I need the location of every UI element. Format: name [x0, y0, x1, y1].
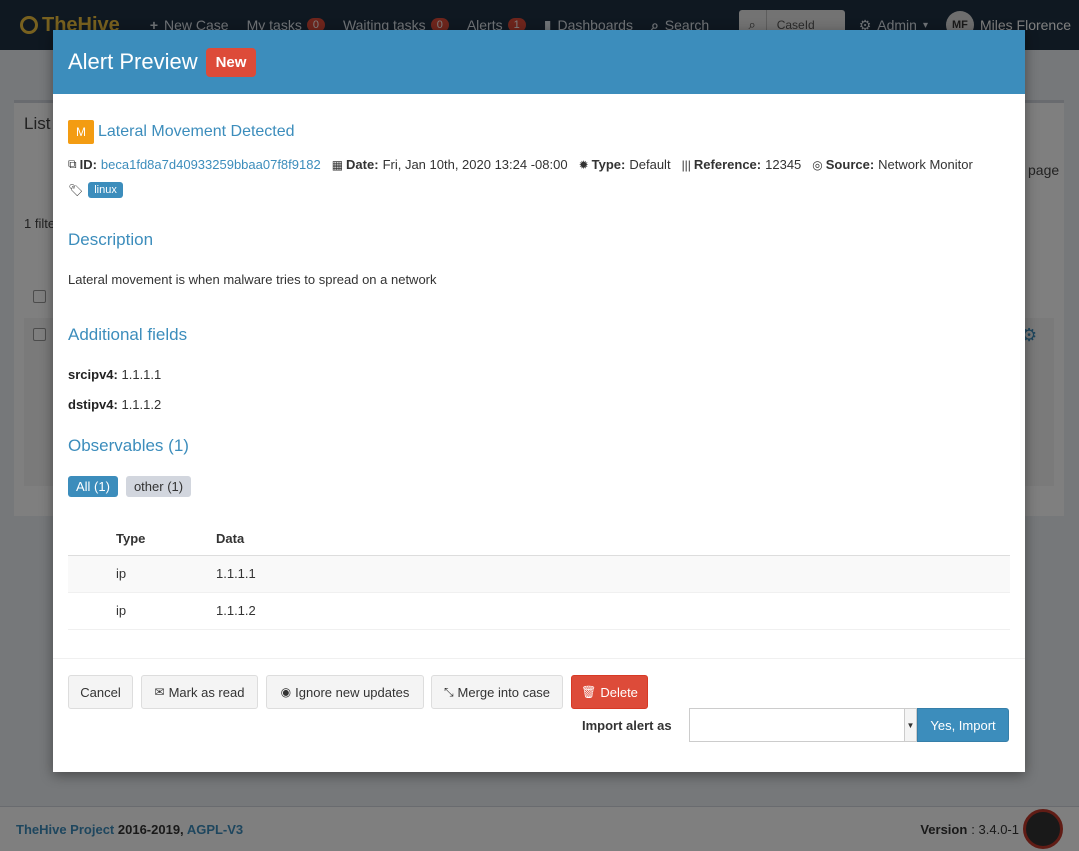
field-srcipv4: srcipv4: 1.1.1.1: [68, 367, 1010, 382]
filter-other[interactable]: other (1): [125, 476, 192, 497]
modal-header: Alert Preview New: [53, 30, 1025, 94]
observables-heading: Observables (1): [68, 436, 189, 455]
meta-id: ⧉ ID: beca1fd8a7d40933259bbaa07f8f9182: [68, 157, 321, 172]
column-header-type[interactable]: Type: [68, 523, 216, 556]
copy-icon[interactable]: ⧉: [68, 157, 77, 172]
eye-icon: ◉: [280, 685, 292, 699]
meta-type: ✹ Type: Default: [579, 157, 671, 172]
tags-icon: 🏷: [68, 183, 84, 197]
mark-as-read-button[interactable]: ✉ Mark as read: [141, 675, 258, 709]
tags-row: 🏷 linux: [68, 182, 1010, 198]
compress-icon: ⤡: [443, 684, 454, 699]
caret-down-icon[interactable]: ▼: [904, 709, 916, 741]
severity-badge: M: [68, 120, 94, 144]
observable-filters: All (1) other (1): [68, 476, 1010, 497]
meta-source-value: Network Monitor: [878, 157, 973, 172]
import-button[interactable]: Yes, Import: [917, 708, 1009, 742]
status-badge: New: [205, 47, 257, 77]
import-case-template-select[interactable]: ▼: [689, 708, 917, 742]
merge-into-case-label: Merge into case: [457, 684, 551, 700]
delete-button[interactable]: 🗑 Delete: [571, 675, 648, 709]
cancel-button[interactable]: Cancel: [68, 675, 133, 709]
import-alert-label: Import alert as: [582, 718, 672, 733]
meta-date-value: Fri, Jan 10th, 2020 13:24 -08:00: [382, 157, 568, 172]
cell-type: ip: [68, 555, 216, 593]
field-value: 1.1.1.1: [121, 367, 162, 382]
table-header-row: Type Data: [68, 523, 1010, 556]
description-text: Lateral movement is when malware tries t…: [68, 272, 437, 287]
meta-type-label: Type:: [591, 157, 626, 172]
cog-icon: ✹: [578, 157, 589, 172]
trash-icon: 🗑: [581, 685, 597, 699]
mark-as-read-label: Mark as read: [168, 684, 245, 700]
filter-all[interactable]: All (1): [68, 476, 118, 497]
meta-source-label: Source:: [825, 157, 875, 172]
meta-date-label: Date:: [346, 157, 379, 172]
import-button-label: Yes, Import: [930, 717, 996, 733]
field-label: dstipv4:: [68, 397, 118, 412]
tag-label: linux: [88, 182, 123, 198]
meta-id-label: ID:: [79, 157, 97, 172]
additional-fields-heading: Additional fields: [68, 325, 188, 344]
meta-id-value[interactable]: beca1fd8a7d40933259bbaa07f8f9182: [101, 157, 321, 172]
ignore-updates-label: Ignore new updates: [295, 684, 410, 700]
meta-reference-label: Reference:: [693, 157, 762, 172]
table-row[interactable]: ip 1.1.1.1: [68, 555, 1010, 593]
cell-data: 1.1.1.1: [216, 555, 1010, 593]
bullseye-icon: ◎: [812, 157, 823, 172]
meta-reference: ||| Reference: 12345: [682, 157, 802, 172]
barcode-icon: |||: [681, 157, 691, 172]
cell-type: ip: [68, 592, 216, 630]
cancel-button-label: Cancel: [80, 684, 121, 700]
modal-body: M Lateral Movement Detected ⧉ ID: beca1f…: [53, 94, 1025, 630]
meta-reference-value: 12345: [765, 157, 802, 172]
field-label: srcipv4:: [68, 367, 118, 382]
modal-title: Alert Preview: [68, 49, 198, 74]
field-value: 1.1.1.2: [121, 397, 162, 412]
alert-preview-modal: Alert Preview New M Lateral Movement Det…: [53, 30, 1025, 772]
alert-meta: ⧉ ID: beca1fd8a7d40933259bbaa07f8f9182 ▦…: [68, 157, 1010, 172]
merge-into-case-button[interactable]: ⤡ Merge into case: [431, 675, 563, 709]
observables-table: Type Data ip 1.1.1.1 ip 1.1.1.2: [68, 523, 1010, 630]
cell-data: 1.1.1.2: [216, 592, 1010, 630]
delete-button-label: Delete: [600, 684, 638, 700]
meta-type-value: Default: [629, 157, 671, 172]
alert-title-row: M Lateral Movement Detected: [68, 120, 1010, 144]
envelope-icon: ✉: [154, 685, 165, 699]
calendar-icon: ▦: [331, 157, 344, 172]
table-row[interactable]: ip 1.1.1.2: [68, 592, 1010, 630]
meta-date: ▦ Date: Fri, Jan 10th, 2020 13:24 -08:00: [332, 157, 568, 172]
field-dstipv4: dstipv4: 1.1.1.2: [68, 397, 1010, 412]
ignore-updates-button[interactable]: ◉ Ignore new updates: [266, 675, 424, 709]
alert-title: Lateral Movement Detected: [98, 123, 295, 140]
column-header-data[interactable]: Data: [216, 523, 1010, 556]
description-heading: Description: [68, 230, 154, 249]
meta-source: ◎ Source: Network Monitor: [812, 157, 973, 172]
